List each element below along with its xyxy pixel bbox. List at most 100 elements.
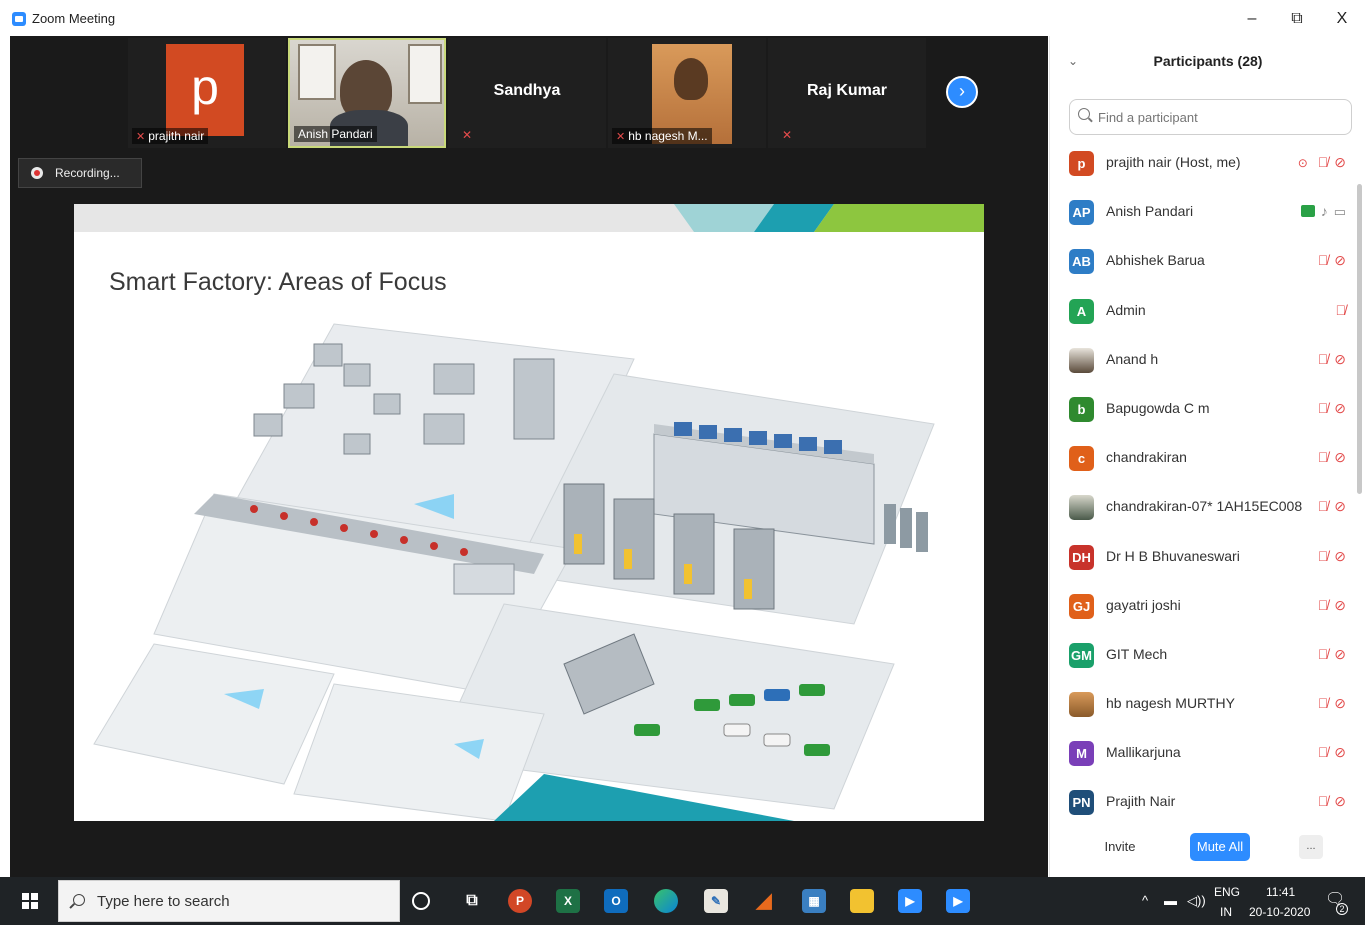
tray-chevron-icon[interactable]: ^ [1142, 877, 1148, 925]
mic-muted-icon[interactable]: 🎙̸ [1318, 597, 1329, 613]
mic-muted-icon[interactable]: 🎙̸ [1318, 498, 1329, 514]
participant-list-scrollbar[interactable] [1357, 184, 1362, 494]
smart-factory-illustration [93, 323, 935, 821]
mic-muted-icon[interactable]: 🎙̸ [1318, 449, 1329, 465]
participant-face [674, 58, 708, 100]
participant-row[interactable]: hb nagesh MURTHY 🎙̸ ⊘ [1050, 681, 1365, 730]
participant-row[interactable]: AP Anish Pandari ♪ ▭ [1050, 189, 1365, 238]
video-off-icon[interactable]: ⊘ [1334, 449, 1346, 466]
mic-muted-icon[interactable]: 🎙̸ [1318, 646, 1329, 662]
mic-on-icon[interactable]: ♪ [1321, 203, 1328, 219]
participant-name: Dr H B Bhuvaneswari [1106, 547, 1240, 564]
taskbar-search-box[interactable]: Type here to search [58, 880, 400, 922]
participant-list: p prajith nair (Host, me) ⊙ 🎙̸ ⊘ AP Anish … [1050, 140, 1365, 829]
video-thumbnail[interactable]: p ✕ prajith nair [128, 38, 286, 148]
outlook-icon[interactable]: O [604, 889, 628, 913]
title-bar: Zoom Meeting – ⧉ X [0, 0, 1365, 36]
restore-button[interactable]: ⧉ [1277, 6, 1317, 32]
notification-count-badge: 2 [1336, 903, 1348, 915]
calculator-icon[interactable]: ▦ [802, 889, 826, 913]
region-indicator[interactable]: IN [1220, 905, 1232, 921]
video-thumbnail-active[interactable]: Anish Pandari [288, 38, 446, 148]
video-off-icon[interactable]: ⊘ [1334, 597, 1346, 614]
video-off-icon[interactable]: ⊘ [1334, 498, 1346, 515]
thumbnail-name: ✕ prajith nair [132, 128, 209, 144]
video-off-icon[interactable]: ⊘ [1334, 154, 1346, 171]
invite-button[interactable]: Invite [1100, 833, 1140, 861]
participant-row[interactable]: p prajith nair (Host, me) ⊙ 🎙̸ ⊘ [1050, 140, 1365, 189]
video-off-icon[interactable]: ⊘ [1334, 351, 1346, 368]
volume-icon[interactable]: ◁)) [1187, 877, 1206, 925]
cortana-icon[interactable] [412, 892, 430, 910]
video-thumbnail[interactable]: Raj Kumar ✕ [768, 38, 926, 148]
edge-icon[interactable] [654, 889, 678, 913]
mic-muted-icon[interactable]: 🎙̸ [1318, 744, 1329, 760]
zoom-icon[interactable]: ▶ [890, 877, 930, 925]
mic-muted-icon[interactable]: 🎙̸ [1318, 252, 1329, 268]
task-view-icon[interactable]: ⧉ [460, 889, 484, 913]
mic-muted-icon[interactable]: 🎙̸ [1318, 548, 1329, 564]
screen-share-icon [1300, 205, 1315, 218]
mute-all-button[interactable]: Mute All [1190, 833, 1250, 861]
participant-row[interactable]: chandrakiran-07* 1AH15EC008 🎙̸ ⊘ [1050, 484, 1365, 533]
video-off-icon[interactable]: ⊘ [1334, 744, 1346, 761]
video-off-icon[interactable]: ⊘ [1334, 548, 1346, 565]
participant-row[interactable]: b Bapugowda C m 🎙̸ ⊘ [1050, 386, 1365, 435]
mic-muted-icon[interactable]: 🎙̸ [1318, 793, 1329, 809]
participant-avatar: p [166, 44, 244, 136]
powerpoint-icon[interactable]: P [508, 889, 532, 913]
video-on-icon[interactable]: ▭ [1334, 204, 1346, 220]
clock-time[interactable]: 11:41 [1266, 885, 1295, 901]
language-indicator[interactable]: ENG [1214, 885, 1240, 901]
participant-search-input[interactable] [1069, 99, 1352, 135]
more-options-button[interactable]: ... [1299, 835, 1323, 859]
mic-muted-icon[interactable]: 🎙̸ [1318, 400, 1329, 416]
participant-row[interactable]: Anand h 🎙̸ ⊘ [1050, 337, 1365, 386]
mic-muted-icon[interactable]: 🎙̸ [1318, 351, 1329, 367]
participant-row[interactable]: GM GIT Mech 🎙̸ ⊘ [1050, 632, 1365, 681]
participant-row[interactable]: A Admin 🎙̸ [1050, 288, 1365, 337]
participant-name: gayatri joshi [1106, 596, 1181, 613]
mic-muted-icon[interactable]: 🎙̸ [1318, 695, 1329, 711]
paint-icon[interactable]: ✎ [704, 889, 728, 913]
participant-name: Anand h [1106, 350, 1159, 367]
video-off-icon[interactable]: ⊘ [1334, 793, 1346, 810]
participant-row[interactable]: AB Abhishek Barua 🎙̸ ⊘ [1050, 238, 1365, 287]
thumbnail-name: ✕ hb nagesh M... [612, 128, 712, 144]
participant-row[interactable]: DH Dr H B Bhuvaneswari 🎙̸ ⊘ [1050, 534, 1365, 583]
video-off-icon[interactable]: ⊘ [1334, 400, 1346, 417]
next-page-button[interactable]: › [946, 76, 978, 108]
mic-muted-icon[interactable]: 🎙̸ [1336, 302, 1347, 318]
participant-row[interactable]: GJ gayatri joshi 🎙̸ ⊘ [1050, 583, 1365, 632]
host-icon: ⊙ [1297, 156, 1308, 170]
clock-date[interactable]: 20-10-2020 [1249, 905, 1310, 921]
participant-name: Anish Pandari [1106, 203, 1194, 220]
participant-photo-avatar [1069, 692, 1094, 718]
network-icon[interactable]: ▬ [1164, 877, 1177, 925]
close-button[interactable]: X [1322, 6, 1362, 32]
participant-name: GIT Mech [1106, 645, 1168, 662]
mic-muted-icon: ✕ [136, 131, 146, 143]
participant-avatar: c [1069, 446, 1094, 472]
participant-avatar: AP [1069, 200, 1094, 226]
mic-muted-icon: ✕ [462, 128, 473, 142]
matlab-icon[interactable]: ◢ [752, 889, 776, 913]
video-off-icon[interactable]: ⊘ [1334, 646, 1346, 663]
video-thumbnail[interactable]: ✕ hb nagesh M... [608, 38, 766, 148]
participant-row[interactable]: c chandrakiran 🎙̸ ⊘ [1050, 435, 1365, 484]
video-thumbnail[interactable]: Sandhya ✕ [448, 38, 606, 148]
participant-row[interactable]: M Mallikarjuna 🎙̸ ⊘ [1050, 730, 1365, 779]
mic-muted-icon: ✕ [616, 131, 626, 143]
file-explorer-icon[interactable] [850, 889, 874, 913]
video-off-icon[interactable]: ⊘ [1334, 252, 1346, 269]
mic-muted-icon[interactable]: 🎙̸ [1318, 154, 1329, 170]
excel-icon[interactable]: X [556, 889, 580, 913]
recording-indicator[interactable]: Recording... [18, 158, 142, 188]
video-off-icon[interactable]: ⊘ [1334, 695, 1346, 712]
zoom-meeting-icon[interactable]: ▶ [938, 877, 978, 925]
participant-avatar: GJ [1069, 593, 1094, 619]
participant-row[interactable]: PN Prajith Nair 🎙̸ ⊘ [1050, 779, 1365, 828]
participant-name: Abhishek Barua [1106, 252, 1205, 269]
minimize-button[interactable]: – [1232, 6, 1272, 32]
windows-start-icon[interactable] [22, 893, 38, 909]
